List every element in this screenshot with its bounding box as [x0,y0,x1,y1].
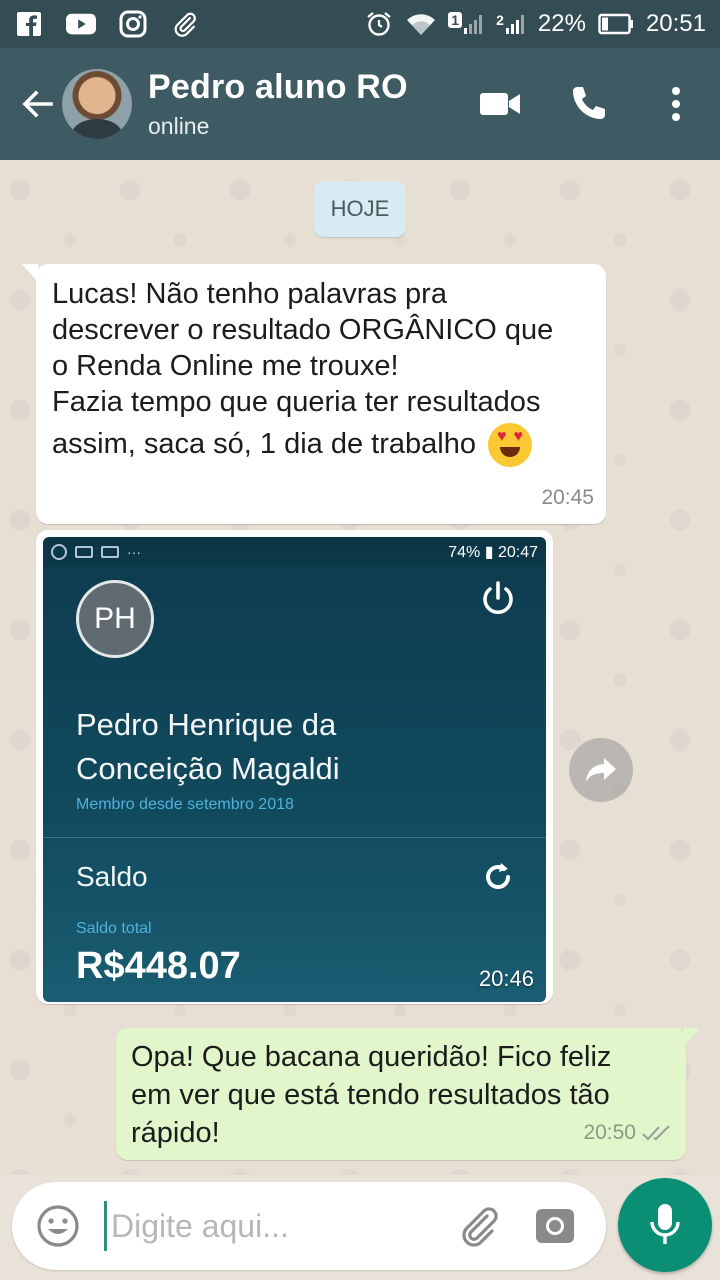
message-composer [12,1182,606,1270]
message-input[interactable] [104,1201,444,1251]
battery-percent: 22% [537,10,586,37]
paperclip-icon [170,9,200,39]
outgoing-message[interactable]: Opa! Que bacana queridão! Fico feliz em … [116,1028,700,1160]
wifi-icon [406,9,436,39]
contact-info[interactable]: Pedro aluno RO online [148,68,408,140]
forward-icon [586,758,616,782]
video-call-icon [480,93,520,115]
forward-button[interactable] [569,738,633,802]
message-line: descrever o resultado ORGÂNICO que [52,314,554,346]
sim2-label: 2 [496,12,504,28]
message-line: Opa! Que bacana queridão! Fico feliz [131,1041,612,1073]
clock: 20:51 [645,10,706,37]
more-notifications-icon: ··· [127,544,141,560]
balance-label: Saldo [76,861,148,892]
notification-icons [14,9,200,39]
screenshot-status-bar: ··· 74% ▮ 20:47 [43,537,546,567]
video-call-button[interactable] [478,82,522,126]
message-line-with-emoji: assim, saca só, 1 dia de trabalho [52,420,590,468]
mic-icon [650,1204,680,1244]
message-time: 20:50 [583,1121,636,1144]
chat-area[interactable]: HOJE Lucas! Não tenho palavras pra descr… [0,160,720,1175]
signal-icon [464,15,483,34]
attach-icon [462,1207,498,1247]
contact-avatar[interactable] [62,69,132,139]
message-line: Fazia tempo que queria ter resultados [52,386,541,418]
double-check-icon [642,1125,670,1141]
contact-name: Pedro aluno RO [148,68,408,106]
message-line: o Renda Online me trouxe! [52,350,399,382]
notification-icon [101,546,119,558]
message-meta: 20:50 [583,1114,672,1152]
header-actions [478,82,698,126]
refresh-icon [486,863,510,889]
more-options-icon [672,87,680,121]
message-line: Lucas! Não tenho palavras pra [52,278,447,310]
power-icon [483,581,513,615]
name-line-1: Pedro Henrique da [76,707,337,742]
status-bar: 1 2 22% 20:51 [0,0,720,48]
camera-button[interactable] [530,1201,580,1251]
facebook-icon [14,9,44,39]
screenshot-notification-icons: ··· [51,544,141,560]
message-time: 20:45 [541,486,594,509]
date-chip: HOJE [314,181,406,237]
signal-icon [505,15,524,34]
voice-record-button[interactable] [618,1178,712,1272]
profile-full-name: Pedro Henrique da Conceição Magaldi [76,703,340,791]
chat-header: Pedro aluno RO online [0,48,720,160]
screenshot-status-right: 74% ▮ 20:47 [448,544,538,561]
back-button[interactable] [12,74,62,134]
instagram-icon [118,9,148,39]
youtube-icon [66,9,96,39]
emoji-icon [37,1205,79,1247]
balance-amount: R$448.07 [76,945,241,987]
total-balance-label: Saldo total [76,920,152,937]
attach-button[interactable] [454,1201,504,1251]
message-time: 20:46 [478,966,534,991]
profile-initials-avatar: PH [76,580,154,658]
alarm-icon [364,9,394,39]
battery-icon [598,9,634,39]
back-arrow-icon [22,90,53,118]
member-since: Membro desde setembro 2018 [76,796,294,813]
sim2-signal: 2 [496,12,526,36]
phone-call-icon [573,87,605,119]
heart-eyes-emoji-icon [488,423,533,468]
phone-call-button[interactable] [566,82,610,126]
divider [43,837,546,838]
notification-icon [75,546,93,558]
more-options-button[interactable] [654,82,698,126]
camera-icon [536,1209,574,1243]
notification-icon [51,544,67,560]
name-line-2: Conceição Magaldi [76,751,340,786]
contact-status: online [148,113,210,139]
incoming-message[interactable]: Lucas! Não tenho palavras pra descrever … [22,264,606,524]
emoji-button[interactable] [28,1196,88,1256]
message-line: assim, saca só, 1 dia de trabalho [52,428,476,460]
shared-screenshot[interactable]: ··· 74% ▮ 20:47 PH Pedro Henrique da Con… [43,537,546,1002]
message-line: em ver que está tendo resultados tão [131,1079,610,1111]
sim1-label: 1 [448,12,463,28]
system-indicators: 1 2 22% 20:51 [364,9,706,39]
image-message[interactable]: ··· 74% ▮ 20:47 PH Pedro Henrique da Con… [36,530,553,1004]
sim1-signal: 1 [448,12,484,36]
